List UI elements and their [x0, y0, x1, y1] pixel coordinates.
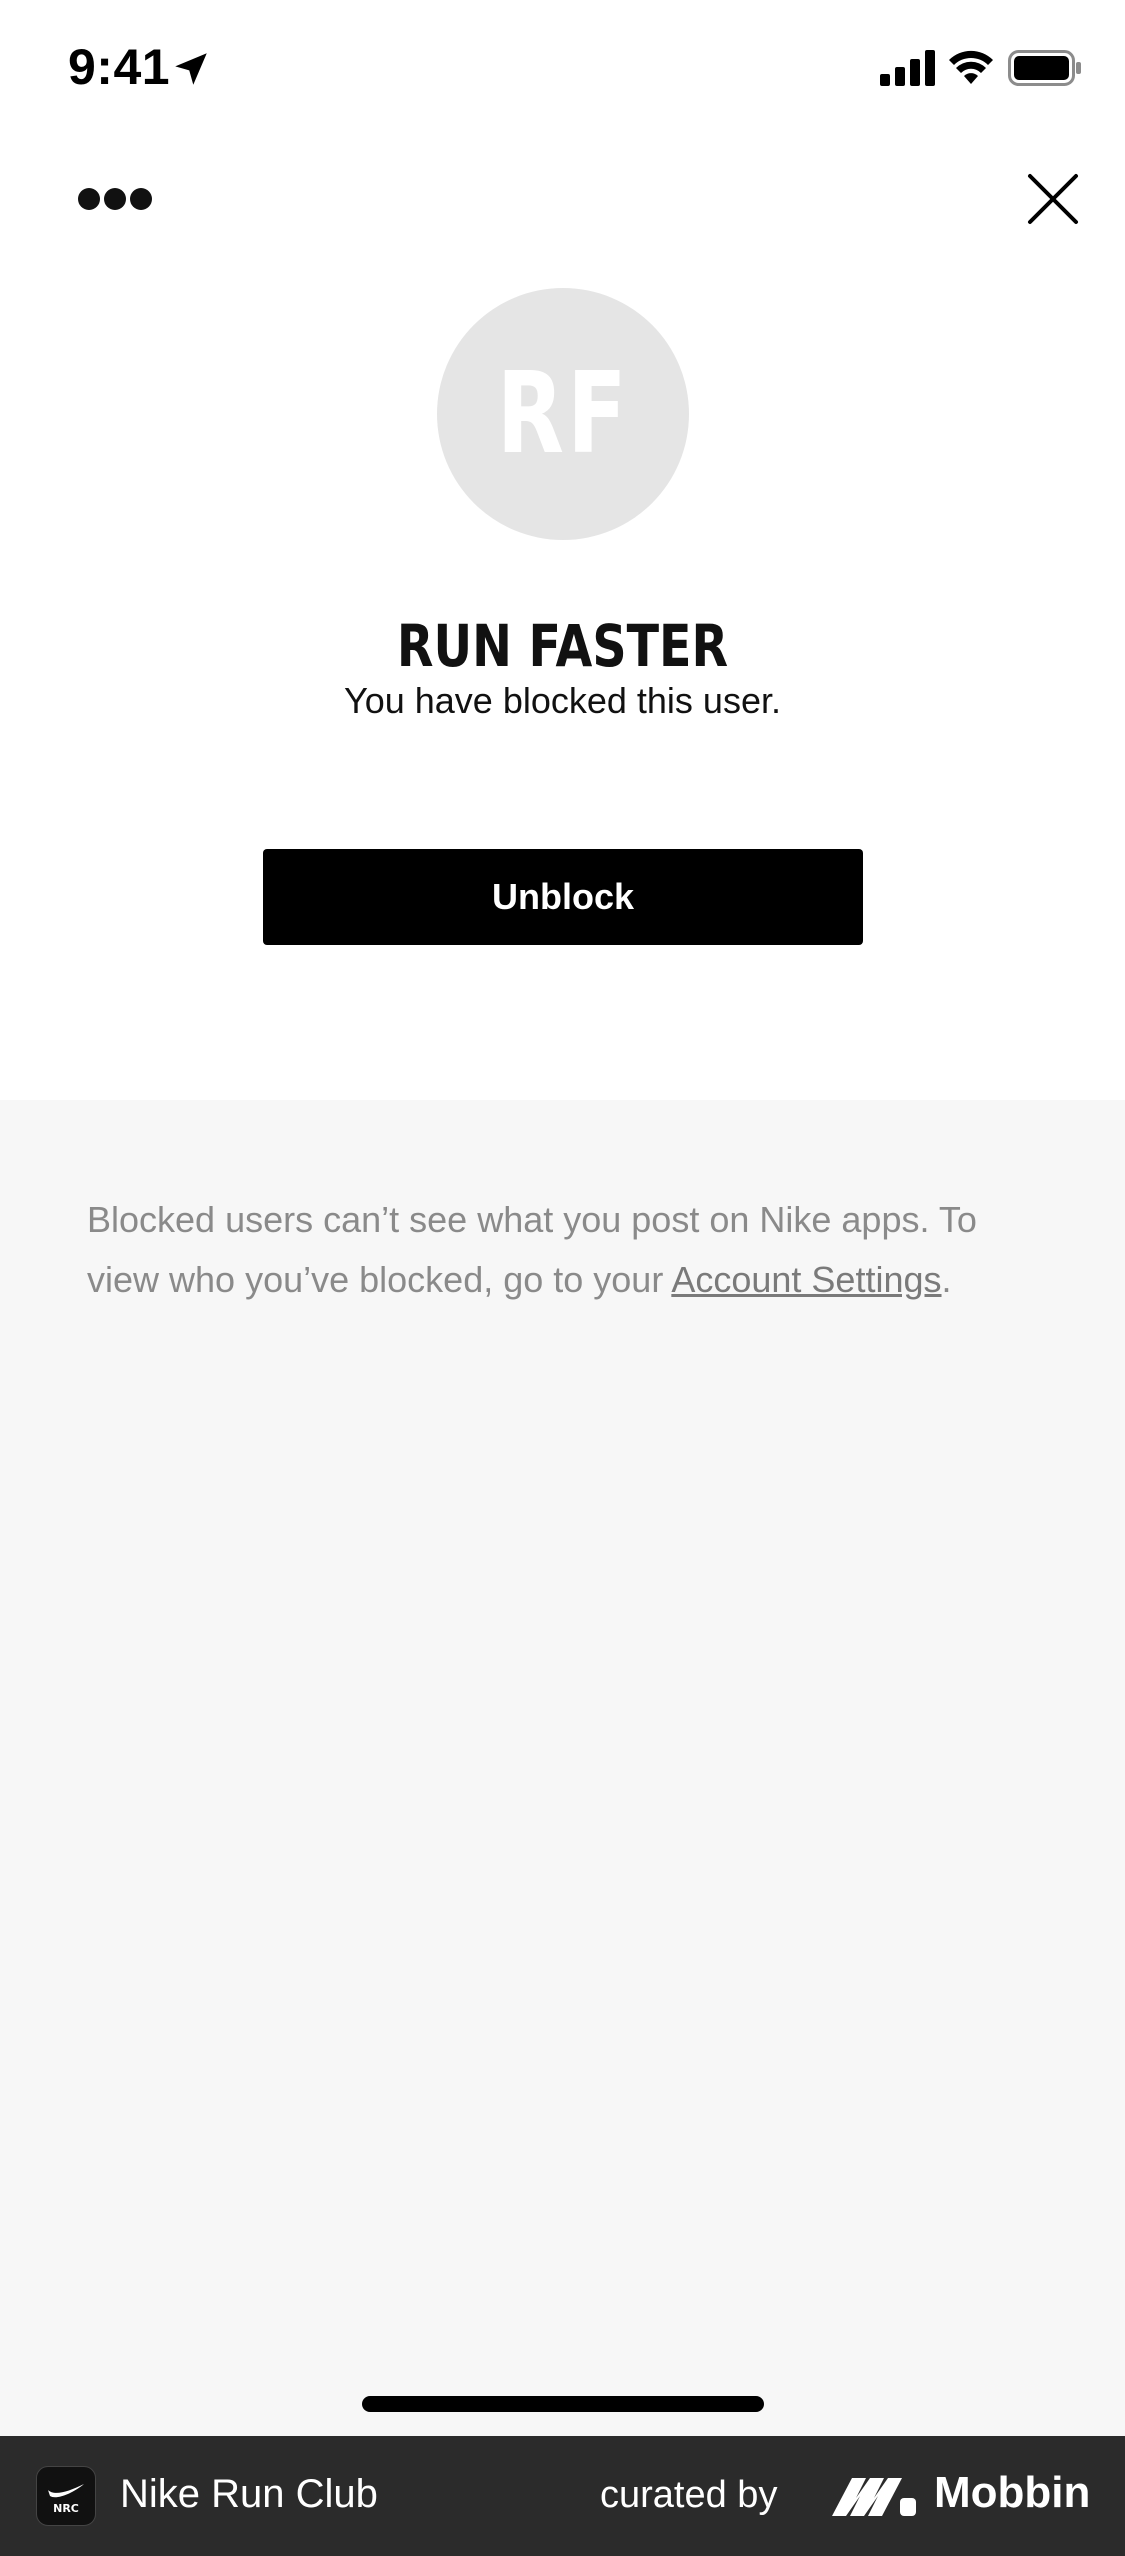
unblock-button[interactable]: Unblock	[263, 849, 863, 945]
profile-name: RUN FASTER	[396, 612, 729, 680]
blocked-info-text: Blocked users can’t see what you post on…	[87, 1190, 1047, 1310]
more-dot	[104, 188, 126, 210]
app-name: Nike Run Club	[120, 2472, 378, 2516]
nike-run-club-app-icon: NRC	[36, 2466, 96, 2526]
cellular-signal-icon	[880, 50, 935, 86]
location-arrow-icon	[175, 53, 207, 85]
more-dot	[130, 188, 152, 210]
mobbin-logo-icon	[832, 2478, 916, 2516]
avatar: RF	[437, 288, 689, 540]
curated-by-label: curated by	[600, 2474, 778, 2516]
blocked-user-screen: 9:41 RF RUN FASTER You have blocked this…	[0, 0, 1125, 2556]
mobbin-brand-name: Mobbin	[934, 2468, 1091, 2517]
status-time: 9:41	[68, 39, 171, 95]
app-icon-label: NRC	[53, 2502, 79, 2515]
close-icon[interactable]	[1024, 170, 1082, 228]
home-indicator	[362, 2396, 764, 2412]
info-text-tail: .	[941, 1259, 952, 1300]
attribution-banner: NRC Nike Run Club curated by Mobbin	[0, 2436, 1125, 2556]
wifi-icon	[949, 50, 993, 84]
info-panel: Blocked users can’t see what you post on…	[0, 1100, 1125, 2436]
battery-icon	[1008, 50, 1081, 86]
blocked-status-message: You have blocked this user.	[344, 680, 781, 721]
nike-swoosh-icon: NRC	[48, 2484, 84, 2515]
avatar-initials: RF	[496, 349, 630, 479]
more-options-button[interactable]	[70, 178, 160, 218]
account-settings-link[interactable]: Account Settings	[671, 1259, 941, 1300]
more-horizontal-icon	[78, 188, 100, 210]
status-bar: 9:41	[0, 0, 1125, 140]
